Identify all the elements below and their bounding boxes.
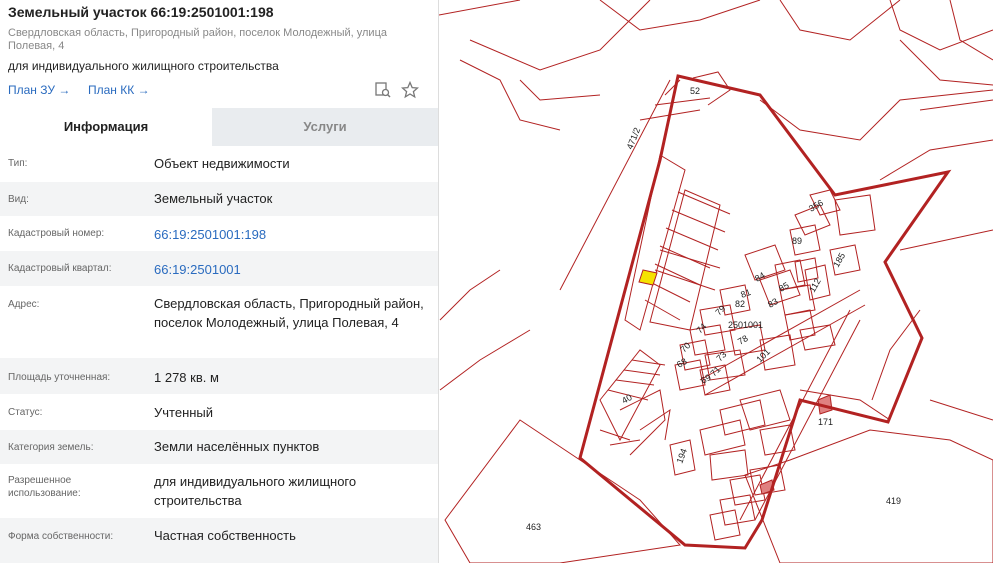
tab-bar: Информация Услуги (0, 108, 438, 146)
info-label: Кадастровый квартал: (8, 263, 112, 274)
map-label: 52 (690, 86, 700, 96)
map-label: 68 (675, 356, 689, 370)
plan-zu-link[interactable]: План ЗУ → (8, 83, 70, 97)
map-label: 171 (818, 417, 833, 427)
map-label: 101 (754, 347, 772, 365)
cadastral-quarter-link[interactable]: 66:19:2501001 (154, 260, 424, 279)
info-row-permitted-use: Разрешенное использование: для индивидуа… (0, 464, 438, 518)
info-row-land-category: Категория земель: Земли населённых пункт… (0, 430, 438, 464)
tab-info[interactable]: Информация (0, 108, 212, 146)
info-row-cadastral-number: Кадастровый номер: 66:19:2501001:198 (0, 216, 438, 251)
map-label: 2501001 (728, 320, 763, 330)
info-label: Статус: (8, 407, 43, 418)
info-panel: Земельный участок 66:19:2501001:198 Свер… (0, 0, 439, 563)
info-row-status: Статус: Учтенный (0, 394, 438, 430)
map-label: 70 (678, 340, 692, 354)
parcel-address: Свердловская область, Пригородный район,… (8, 27, 387, 52)
map-label: 463 (526, 522, 541, 532)
map-label: 82 (735, 299, 745, 309)
info-value: Объект недвижимости (154, 156, 290, 171)
info-row-area: Площадь уточненная: 1 278 кв. м (0, 358, 438, 394)
map-label: 185 (831, 251, 847, 269)
map-label: 84 (753, 270, 767, 284)
map-label: 85 (777, 280, 791, 294)
info-row-kind: Вид: Земельный участок (0, 182, 438, 216)
parcel-title: Земельный участок 66:19:2501001:198 (8, 4, 274, 20)
info-label: Адрес: (8, 299, 40, 310)
map-label: 78 (736, 333, 750, 347)
map-label: 89 (792, 236, 802, 246)
lot-grid (599, 154, 876, 541)
info-row-cadastral-quarter: Кадастровый квартал: 66:19:2501001 (0, 251, 438, 286)
info-value: Свердловская область, Пригородный район,… (154, 296, 424, 330)
map-label: 419 (886, 496, 901, 506)
info-row-address: Адрес: Свердловская область, Пригородный… (0, 286, 438, 358)
cadastral-map-svg[interactable]: 52 471/2 356 89 185 112 84 85 81 82 83 7… (438, 0, 993, 564)
tab-services[interactable]: Услуги (212, 108, 438, 146)
info-label: Кадастровый номер: (8, 228, 105, 239)
map-label: 81 (739, 287, 752, 300)
info-row-type: Тип: Объект недвижимости (0, 146, 438, 182)
cadastral-map[interactable]: 52 471/2 356 89 185 112 84 85 81 82 83 7… (438, 0, 993, 564)
info-value: Частная собственность (154, 528, 296, 543)
info-label: Форма собственности: (8, 531, 114, 542)
info-label: Тип: (8, 158, 28, 169)
info-label: Площадь уточненная: (8, 372, 111, 383)
parcel-purpose: для индивидуального жилищного строительс… (8, 59, 279, 73)
info-row-ownership: Форма собственности: Частная собственнос… (0, 518, 438, 563)
search-document-icon[interactable] (374, 81, 392, 99)
plan-kk-link[interactable]: План КК → (88, 83, 150, 97)
star-icon[interactable] (401, 81, 419, 99)
map-label: 74 (694, 321, 708, 335)
info-value: Земли населённых пунктов (154, 439, 320, 454)
info-value: 1 278 кв. м (154, 370, 219, 385)
info-label: Категория земель: (8, 442, 94, 453)
info-value: Учтенный (154, 405, 214, 420)
selected-parcel-highlight[interactable] (638, 269, 658, 286)
map-label: 194 (674, 447, 689, 465)
info-value: для индивидуального жилищного строительс… (154, 474, 357, 508)
map-label: 83 (766, 296, 780, 310)
info-label: Вид: (8, 194, 29, 205)
map-label: 356 (807, 198, 825, 214)
info-label: Разрешенное использование: (8, 475, 81, 499)
cadastral-number-link[interactable]: 66:19:2501001:198 (154, 225, 424, 244)
map-label: 112 (807, 277, 823, 294)
info-value: Земельный участок (154, 191, 273, 206)
